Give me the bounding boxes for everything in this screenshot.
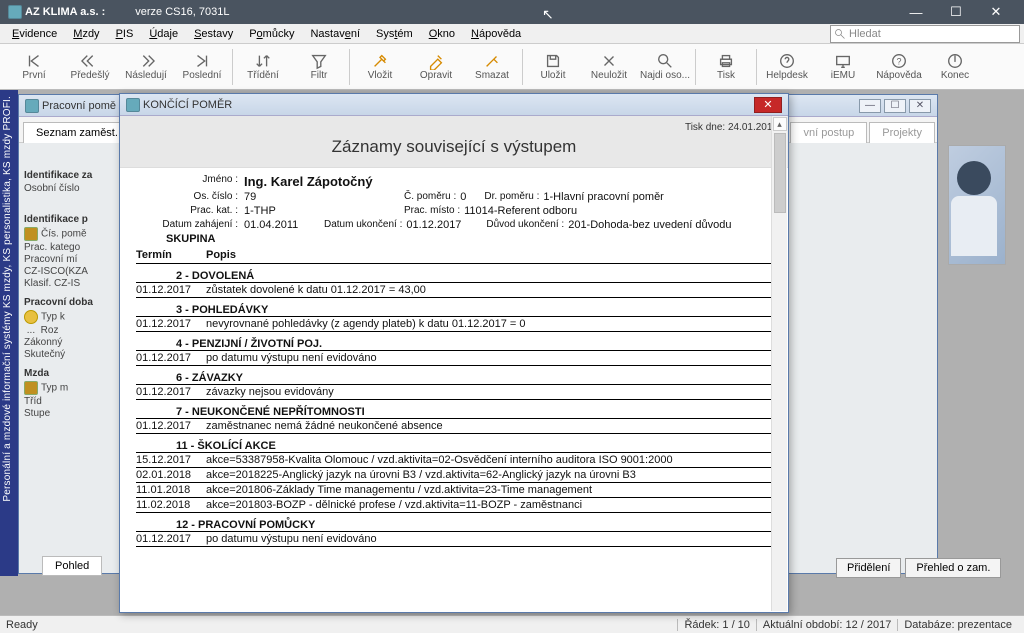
tool-prvni[interactable]: První [6,46,62,88]
menu-udaje[interactable]: Údaje [141,26,186,42]
tool-najdi[interactable]: Najdi oso... [637,46,693,88]
menu-evidence[interactable]: Evidence [4,26,65,42]
report-entry: 11.02.2018akce=201803-BOZP - dělnické pr… [136,498,772,513]
section-title: 3 - POHLEDÁVKY [136,298,772,317]
search-icon [834,28,846,40]
menu-mzdy[interactable]: Mzdy [65,26,107,42]
report-entry: 01.12.2017nevyrovnané pohledávky (z agen… [136,317,772,332]
dialog-headline: Záznamy související s výstupem [130,137,778,157]
btn-prehled[interactable]: Přehled o zam. [905,558,1001,578]
status-left: Ready [6,619,38,631]
maximize-button[interactable]: ☐ [936,0,976,24]
search-input[interactable]: Hledat [830,25,1020,43]
minimize-button[interactable]: — [896,0,936,24]
section-title: 4 - PENZIJNÍ / ŽIVOTNÍ POJ. [136,332,772,351]
svg-text:?: ? [896,57,901,67]
mdi-close[interactable]: ✕ [909,99,931,113]
report-groups: SKUPINA Termín Popis 2 - DOVOLENÁ01.12.2… [136,233,772,547]
app-title: AZ KLIMA a.s. : [25,6,105,18]
menubar: Evidence Mzdy PIS Údaje Sestavy Pomůcky … [0,24,1024,44]
scroll-up-icon[interactable]: ▴ [773,117,787,131]
left-form-panel: Identifikace za Osobní číslo 7 Identifik… [24,130,124,427]
status-row: Řádek: 1 / 10 [677,619,755,631]
employee-info: Jméno :Ing. Karel Zápotočný Os. číslo :7… [136,174,772,231]
section-title: 6 - ZÁVAZKY [136,366,772,385]
report-entry: 01.12.2017zaměstnanec nemá žádné neukonč… [136,419,772,434]
tool-iemu[interactable]: iEMU [815,46,871,88]
report-entry: 01.12.2017po datumu výstupu není evidová… [136,351,772,366]
app-version: verze CS16, 7031L [135,6,229,18]
menu-pomucky[interactable]: Pomůcky [241,26,302,42]
tool-ulozit[interactable]: Uložit [525,46,581,88]
clock-icon [24,310,38,324]
tool-predesly[interactable]: Předešlý [62,46,118,88]
mdi-tab-postup[interactable]: vní postup [790,122,867,143]
section-title: 7 - NEUKONČENÉ NEPŘÍTOMNOSTI [136,400,772,419]
close-button[interactable]: ✕ [976,0,1016,24]
tool-posledni[interactable]: Poslední [174,46,230,88]
menu-okno[interactable]: Okno [421,26,463,42]
mdi-tab-projekty[interactable]: Projekty [869,122,935,143]
sidebar-vertical: Personální a mzdové informační systémy K… [0,90,18,576]
tool-vlozit[interactable]: Vložit [352,46,408,88]
scroll-thumb[interactable] [774,133,786,213]
report-entry: 02.01.2018akce=2018225-Anglický jazyk na… [136,468,772,483]
dialog-icon [126,98,140,112]
mdi-maximize[interactable]: ☐ [884,99,906,113]
dialog-scrollbar[interactable]: ▴ [771,116,787,611]
section-title: 2 - DOVOLENÁ [136,264,772,283]
mdi-app-icon [25,99,39,113]
print-date: Tisk dne: 24.01.2018 [130,122,778,133]
sidebar-text: Personální a mzdové informační systémy K… [0,90,15,508]
dialog-close-button[interactable]: ✕ [754,97,782,113]
report-entry: 01.12.2017zůstatek dovolené k datu 01.12… [136,283,772,298]
report-entry: 15.12.2017akce=53387958-Kvalita Olomouc … [136,453,772,468]
tool-opravit[interactable]: Opravit [408,46,464,88]
tool-helpdesk[interactable]: Helpdesk [759,46,815,88]
tool-filtr[interactable]: Filtr [291,46,347,88]
menu-napoveda[interactable]: Nápověda [463,26,529,42]
dialog-koncici-pomer: KONČÍCÍ POMĚR ✕ ▴ Tisk dne: 24.01.2018 Z… [119,93,789,613]
dialog-title: KONČÍCÍ POMĚR [143,99,232,111]
tool-nasleduji[interactable]: Následují [118,46,174,88]
search-placeholder: Hledat [849,28,881,40]
titlebar: AZ KLIMA a.s. : verze CS16, 7031L — ☐ ✕ [0,0,1024,24]
tool-smazat[interactable]: Smazat [464,46,520,88]
menu-pis[interactable]: PIS [108,26,142,42]
toolbar: První Předešlý Následují Poslední Tříděn… [0,44,1024,90]
tab-pohled[interactable]: Pohled [42,556,102,576]
bottom-buttons: Přidělení Přehled o zam. [836,558,1001,578]
tool-trideni[interactable]: Třídění [235,46,291,88]
tool-tisk[interactable]: Tisk [698,46,754,88]
menu-system[interactable]: Systém [368,26,421,42]
tool-neulozit[interactable]: Neuložit [581,46,637,88]
mdi-minimize[interactable]: — [859,99,881,113]
report-entry: 01.12.2017po datumu výstupu není evidová… [136,532,772,547]
status-db: Databáze: prezentace [897,619,1018,631]
money-icon [24,381,38,395]
mdi-title: Pracovní pomě [42,100,116,112]
tool-napoveda[interactable]: ?Nápověda [871,46,927,88]
dialog-titlebar: KONČÍCÍ POMĚR ✕ [120,94,788,116]
menu-nastaveni[interactable]: Nastavení [302,26,368,42]
btn-prideleni[interactable]: Přidělení [836,558,901,578]
menu-sestavy[interactable]: Sestavy [186,26,241,42]
section-title: 12 - PRACOVNÍ POMŮCKY [136,513,772,532]
folder-icon [24,227,38,241]
report-entry: 01.12.2017závazky nejsou evidovány [136,385,772,400]
report-entry: 11.01.2018akce=201806-Základy Time manag… [136,483,772,498]
tool-konec[interactable]: Konec [927,46,983,88]
app-icon [8,5,22,19]
status-period: Aktuální období: 12 / 2017 [756,619,897,631]
statusbar: Ready Řádek: 1 / 10 Aktuální období: 12 … [0,615,1024,633]
section-title: 11 - ŠKOLÍCÍ AKCE [136,434,772,453]
employee-photo [948,145,1006,265]
